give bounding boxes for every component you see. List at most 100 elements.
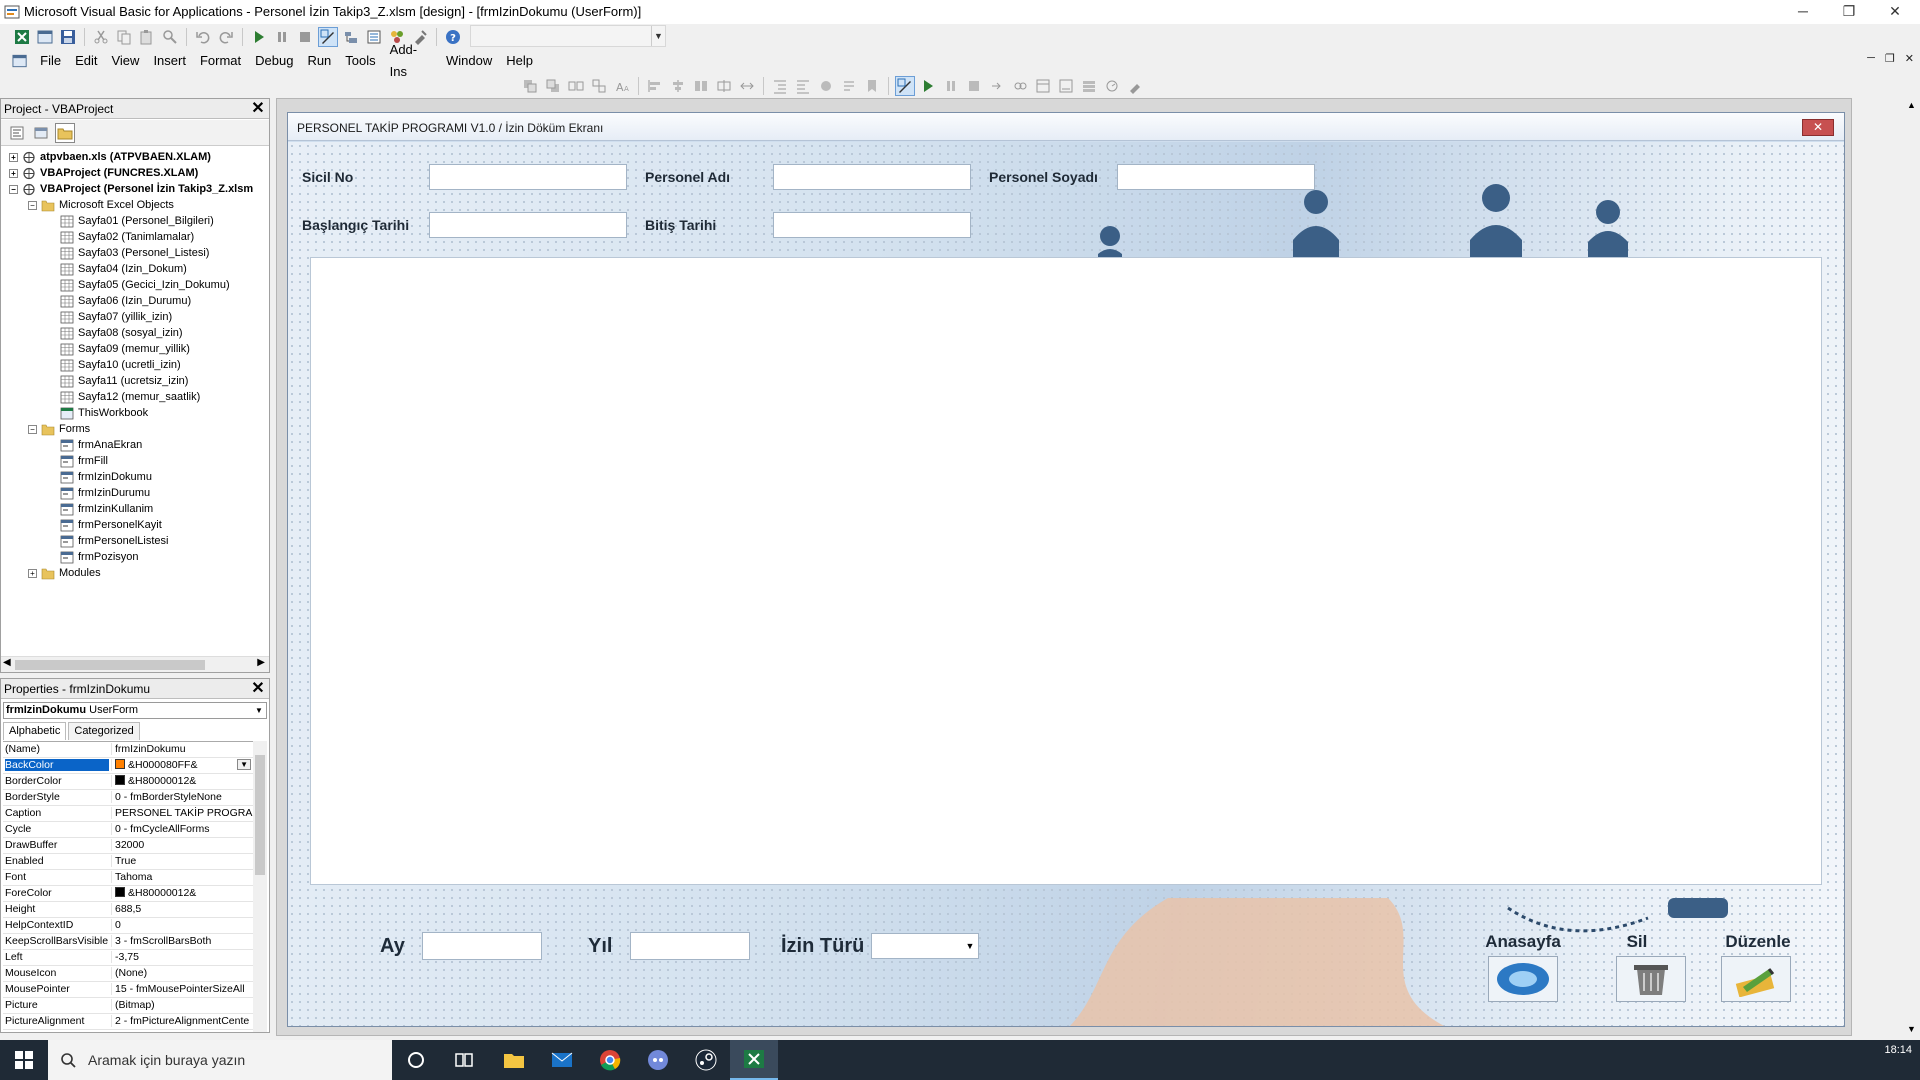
toolbox-icon[interactable] (1125, 76, 1145, 96)
center-form-icon[interactable] (714, 76, 734, 96)
menu-edit[interactable]: Edit (68, 50, 104, 72)
scroll-thumb[interactable] (15, 660, 205, 670)
property-row[interactable]: PictureAlignment 2 - fmPictureAlignmentCe… (3, 1014, 253, 1030)
tree-item[interactable]: frmIzinDokumu (47, 469, 152, 485)
bookmark-icon[interactable] (862, 76, 882, 96)
tree-item[interactable]: frmFill (47, 453, 108, 469)
personel-soyadi-input[interactable] (1117, 164, 1315, 190)
property-value[interactable]: &H000080FF& ▼ (111, 759, 253, 771)
property-row[interactable]: (Name) frmIzinDokumu (3, 742, 253, 758)
menu-add-ins[interactable]: Add-Ins (383, 39, 439, 83)
userform-close-button[interactable]: ✕ (1802, 119, 1834, 136)
call-stack-icon[interactable] (1079, 76, 1099, 96)
property-value[interactable]: 0 (111, 919, 253, 931)
tree-item[interactable]: Sayfa03 (Personel_Listesi) (47, 245, 209, 261)
window-close-button[interactable]: ✕ (1872, 0, 1918, 24)
tree-item[interactable]: frmIzinDurumu (47, 485, 150, 501)
property-value[interactable]: -3,75 (111, 951, 253, 963)
tree-item[interactable]: Sayfa04 (Izin_Dokum) (47, 261, 187, 277)
project-explorer-close-button[interactable]: ✕ (249, 100, 267, 118)
tree-item[interactable]: + atpvbaen.xls (ATPVBAEN.XLAM) (9, 149, 211, 165)
start-button[interactable] (0, 1040, 48, 1080)
menu-debug[interactable]: Debug (248, 50, 300, 72)
collapse-icon[interactable]: − (28, 200, 37, 210)
menu-view[interactable]: View (104, 50, 146, 72)
run-icon[interactable] (918, 76, 938, 96)
align-center-icon[interactable] (668, 76, 688, 96)
outdent-icon[interactable] (793, 76, 813, 96)
taskbar-steam[interactable] (682, 1040, 730, 1080)
taskbar-excel[interactable] (730, 1040, 778, 1080)
menu-window[interactable]: Window (439, 50, 499, 72)
indent-icon[interactable] (770, 76, 790, 96)
toolbar-location-combo[interactable]: ▼ (470, 25, 666, 47)
bring-to-front-icon[interactable] (520, 76, 540, 96)
project-explorer-icon[interactable] (341, 27, 361, 47)
scroll-thumb[interactable] (255, 755, 265, 875)
property-value[interactable]: &H80000012& (111, 887, 253, 899)
yil-input[interactable] (630, 932, 750, 960)
paste-icon[interactable] (137, 27, 157, 47)
property-row[interactable]: Cycle 0 - fmCycleAllForms (3, 822, 253, 838)
property-row[interactable]: HelpContextID 0 (3, 918, 253, 934)
expand-icon[interactable]: + (9, 168, 18, 178)
scroll-up-icon[interactable]: ▲ (1907, 100, 1916, 110)
tree-item[interactable]: Sayfa11 (ucretsiz_izin) (47, 373, 188, 389)
mdi-close-button[interactable]: ✕ (1905, 52, 1914, 65)
tree-item[interactable]: frmPersonelListesi (47, 533, 168, 549)
tree-item[interactable]: Sayfa07 (yillik_izin) (47, 309, 172, 325)
tree-item[interactable]: Sayfa09 (memur_yillik) (47, 341, 190, 357)
userform-titlebar[interactable]: PERSONEL TAKİP PROGRAMI V1.0 / İzin Dökü… (288, 113, 1844, 141)
tree-item[interactable]: Sayfa06 (Izin_Durumu) (47, 293, 191, 309)
chevron-down-icon[interactable]: ▼ (237, 759, 251, 770)
break-icon[interactable] (941, 76, 961, 96)
tree-item[interactable]: Sayfa05 (Gecici_Izin_Dokumu) (47, 277, 230, 293)
taskbar-file-explorer[interactable] (490, 1040, 538, 1080)
tree-item[interactable]: − Microsoft Excel Objects (28, 197, 174, 213)
tree-item[interactable]: + Modules (28, 565, 101, 581)
insert-userform-icon[interactable] (35, 27, 55, 47)
property-row[interactable]: Left -3,75 (3, 950, 253, 966)
task-view-button[interactable] (440, 1040, 488, 1080)
tree-item[interactable]: Sayfa02 (Tanimlamalar) (47, 229, 194, 245)
tab-categorized[interactable]: Categorized (68, 722, 140, 740)
property-row[interactable]: BackColor &H000080FF& ▼ (3, 758, 253, 774)
copy-icon[interactable] (114, 27, 134, 47)
scroll-left-icon[interactable]: ◀ (3, 657, 11, 668)
property-value[interactable]: 0 - fmCycleAllForms (111, 823, 253, 835)
menu-format[interactable]: Format (193, 50, 248, 72)
expand-icon[interactable]: + (9, 152, 18, 162)
property-row[interactable]: KeepScrollBarsVisible 3 - fmScrollBarsBot… (3, 934, 253, 950)
duzenle-button[interactable] (1721, 956, 1791, 1002)
menu-help[interactable]: Help (499, 50, 540, 72)
view-object-icon[interactable] (31, 123, 51, 143)
tab-alphabetic[interactable]: Alphabetic (3, 722, 67, 740)
property-row[interactable]: BorderColor &H80000012& (3, 774, 253, 790)
taskbar-discord[interactable] (634, 1040, 682, 1080)
view-excel-icon[interactable] (12, 27, 32, 47)
menu-file[interactable]: File (33, 50, 68, 72)
window-minimize-button[interactable]: ─ (1780, 0, 1826, 24)
mdi-restore-button[interactable]: ❐ (1885, 52, 1895, 65)
taskbar-clock[interactable]: 18:14 (1884, 1044, 1912, 1056)
tree-item[interactable]: ThisWorkbook (47, 405, 148, 421)
sicil-no-input[interactable] (429, 164, 627, 190)
tree-item[interactable]: − VBAProject (Personel İzin Takip3_Z.xlsm (9, 181, 253, 197)
property-row[interactable]: Height 688,5 (3, 902, 253, 918)
tree-item[interactable]: frmPersonelKayit (47, 517, 162, 533)
chevron-down-icon[interactable]: ▼ (962, 934, 978, 958)
property-value[interactable]: PERSONEL TAKİP PROGRAMI (111, 807, 253, 819)
property-value[interactable]: 688,5 (111, 903, 253, 915)
help-icon[interactable]: ? (443, 27, 463, 47)
project-explorer-hscrollbar[interactable]: ◀ ▶ (1, 656, 269, 672)
font-size-icon[interactable]: AA (612, 76, 632, 96)
property-row[interactable]: ForeColor &H80000012& (3, 886, 253, 902)
immediate-icon[interactable] (1056, 76, 1076, 96)
scroll-down-icon[interactable]: ▼ (1907, 1024, 1916, 1034)
personel-adi-input[interactable] (773, 164, 971, 190)
undo-icon[interactable] (193, 27, 213, 47)
izin-dokum-listbox[interactable] (310, 257, 1822, 885)
chevron-down-icon[interactable]: ▼ (252, 703, 266, 718)
property-value[interactable]: frmIzinDokumu (111, 743, 253, 755)
design-mode-icon[interactable] (895, 76, 915, 96)
